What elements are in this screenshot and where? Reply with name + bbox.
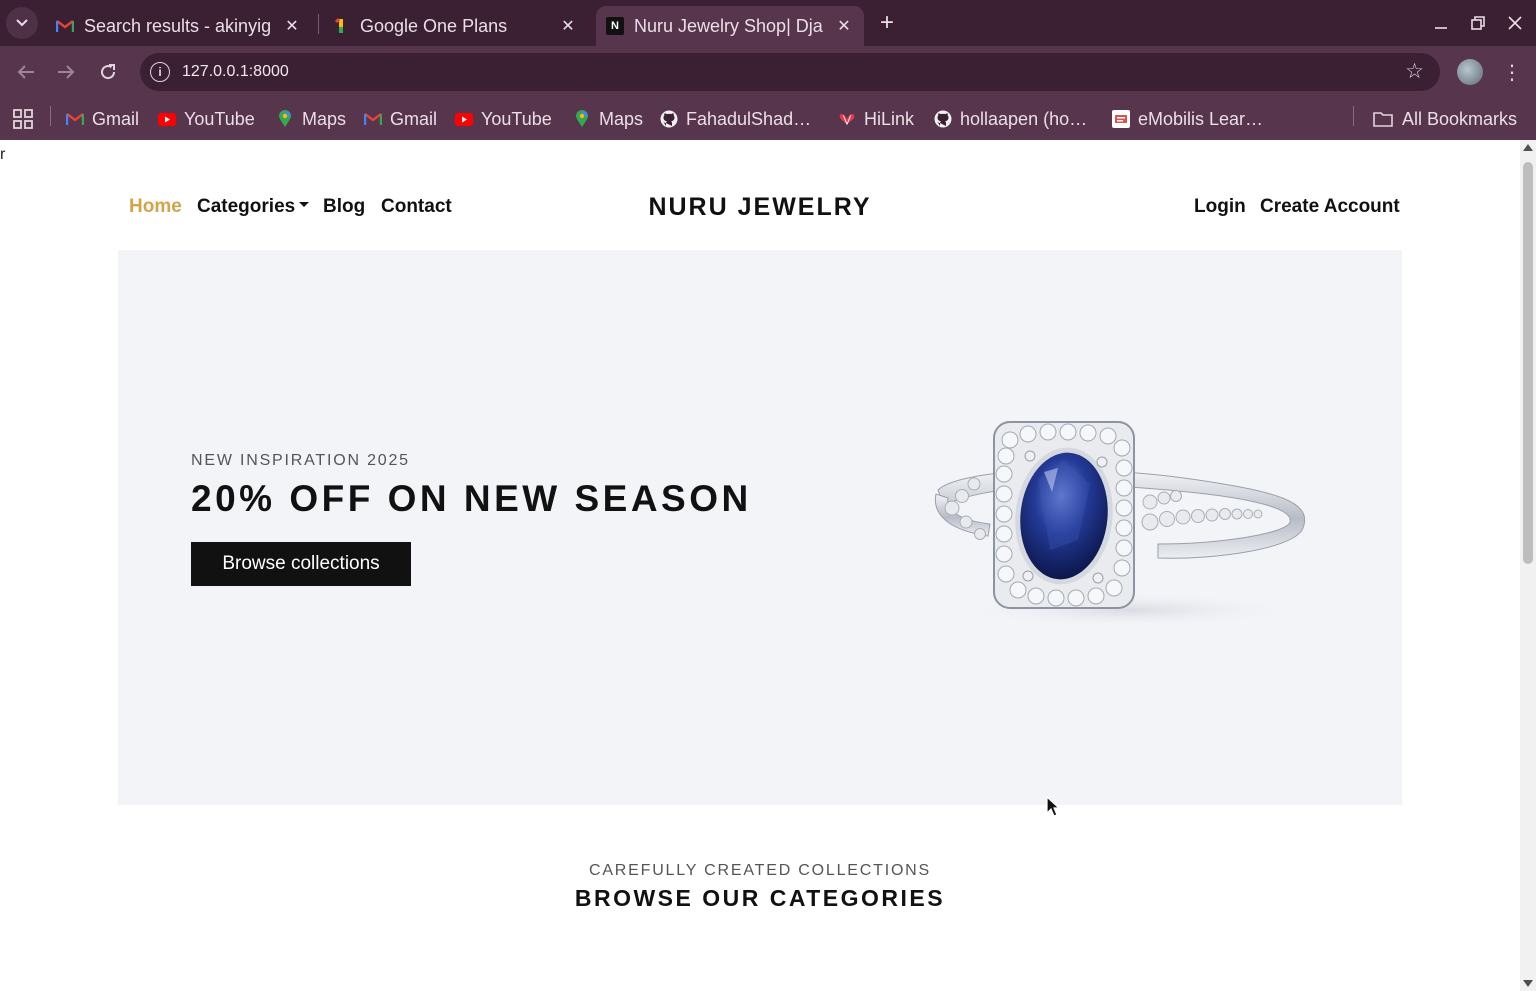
tab-gmail-search[interactable]: Search results - akinyig ✕ [46,6,312,46]
address-bar-row: i 127.0.0.1:8000 ☆ ⋮ [0,46,1536,98]
scroll-up-icon[interactable] [1523,144,1533,151]
tab-bar: Search results - akinyig ✕ Google One Pl… [0,0,1536,46]
arrow-left-icon [17,65,34,79]
bookmark-label: YouTube [184,108,255,129]
stray-text: r [0,146,6,163]
bookmark-github-fahadul[interactable]: FahadulShad… [660,106,811,132]
new-tab-button[interactable]: + [872,8,902,38]
section-subtitle: CAREFULLY CREATED COLLECTIONS [588,862,932,879]
tab-search-button[interactable] [6,7,38,39]
maps-icon [276,110,294,128]
bookmark-github-hollaapen[interactable]: hollaapen (ho… [934,106,1087,132]
kebab-menu-icon[interactable]: ⋮ [1500,58,1524,86]
omnibox[interactable]: i 127.0.0.1:8000 ☆ [140,53,1440,91]
github-icon [660,110,678,128]
youtube-icon [158,110,176,128]
youtube-icon [455,110,473,128]
bookmarks-divider [50,106,51,126]
maps-icon [573,110,591,128]
bookmarks-bar: Gmail YouTube Maps Gmail YouTube Maps Fa… [0,98,1536,140]
hilink-icon [838,110,856,128]
hero-subtitle: NEW INSPIRATION 2025 [191,452,410,469]
bookmark-youtube[interactable]: YouTube [158,106,255,132]
all-bookmarks-button[interactable]: All Bookmarks [1372,106,1517,132]
apps-button[interactable] [12,106,34,132]
minimize-icon [1435,27,1447,29]
folder-icon [1372,110,1394,128]
tab-nuru-jewelry[interactable]: N Nuru Jewelry Shop| Dja ✕ [596,6,864,46]
github-icon [934,110,952,128]
nav-categories-label: Categories [197,196,296,217]
nav-home-link[interactable]: Home [129,196,182,218]
caret-down-icon [299,202,310,208]
tab-title: Google One Plans [360,15,508,36]
login-link[interactable]: Login [1194,196,1246,218]
close-window-button[interactable] [1497,8,1533,38]
section-title: BROWSE OUR CATEGORIES [574,885,946,911]
arrow-right-icon [58,65,75,79]
bookmark-youtube-2[interactable]: YouTube [455,106,552,132]
bookmark-gmail-2[interactable]: Gmail [364,106,437,132]
hero-title: 20% OFF ON NEW SEASON [191,478,752,519]
bookmarks-divider [1353,106,1354,126]
reload-button[interactable] [92,56,124,88]
info-icon[interactable]: i [150,62,170,82]
brand-logo[interactable]: NURU JEWELRY [648,193,871,221]
create-account-link[interactable]: Create Account [1260,196,1400,218]
bookmark-label: FahadulShad… [686,108,812,129]
star-icon[interactable]: ☆ [1405,59,1424,84]
scroll-down-icon[interactable] [1523,980,1533,987]
nav-categories-dropdown[interactable]: Categories [197,196,310,218]
profile-avatar[interactable] [1457,59,1483,85]
bookmark-label: hollaapen (ho… [960,108,1088,129]
bookmark-label: Maps [599,108,644,129]
restore-icon [1471,16,1485,30]
bookmark-maps-2[interactable]: Maps [573,106,643,132]
chevron-down-icon [16,19,28,27]
sapphire-ring-image [934,421,1306,628]
gmail-icon [66,110,84,128]
reload-icon [101,64,116,80]
page-scrollbar[interactable] [1520,140,1536,991]
emobilis-icon [1112,110,1130,128]
bookmark-emobilis[interactable]: eMobilis Lear… [1112,106,1263,132]
nav-blog-link[interactable]: Blog [323,196,365,218]
bookmark-label: eMobilis Lear… [1138,108,1264,129]
restore-button[interactable] [1460,8,1496,38]
bookmark-label: Maps [302,108,347,129]
bookmark-hilink[interactable]: HiLink [838,106,914,132]
close-icon[interactable]: ✕ [282,16,302,36]
close-icon [1508,16,1522,30]
bookmark-gmail[interactable]: Gmail [66,106,139,132]
google-one-icon [332,17,350,35]
tab-title: Search results - akinyig [84,15,272,36]
bookmark-maps[interactable]: Maps [276,106,346,132]
mouse-cursor-icon [1046,796,1060,817]
gmail-icon [364,110,382,128]
hero-banner: NEW INSPIRATION 2025 20% OFF ON NEW SEAS… [118,250,1402,805]
close-icon[interactable]: ✕ [834,16,854,36]
page-viewport: r Home Categories Blog Contact NURU JEWE… [0,140,1520,991]
tab-google-one[interactable]: Google One Plans ✕ [322,6,588,46]
url-text[interactable]: 127.0.0.1:8000 [182,63,289,81]
bookmark-label: Gmail [92,108,140,129]
close-icon[interactable]: ✕ [558,16,578,36]
site-icon: N [606,17,624,35]
nav-contact-link[interactable]: Contact [381,196,452,218]
scrollbar-thumb[interactable] [1523,162,1533,564]
all-bookmarks-label: All Bookmarks [1402,108,1518,129]
forward-button[interactable] [50,56,82,88]
tab-title: Nuru Jewelry Shop| Dja [634,15,823,36]
minimize-button[interactable] [1423,8,1459,38]
back-button[interactable] [10,56,42,88]
bookmark-label: Gmail [390,108,438,129]
tab-separator [318,14,319,34]
bookmark-label: YouTube [481,108,552,129]
gmail-icon [56,17,74,35]
bookmark-label: HiLink [864,108,915,129]
apps-grid-icon [13,109,33,129]
site-navbar: Home Categories Blog Contact NURU JEWELR… [0,193,1520,230]
browse-collections-button[interactable]: Browse collections [191,542,411,586]
